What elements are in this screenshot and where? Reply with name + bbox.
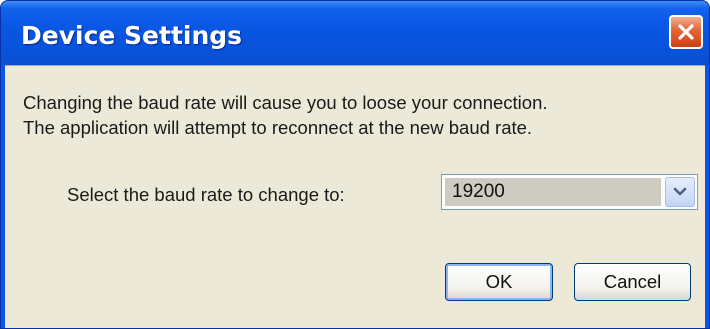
- baud-rate-label: Select the baud rate to change to:: [67, 184, 345, 205]
- dialog-body: Changing the baud rate will cause you to…: [5, 65, 705, 328]
- window-title: Device Settings: [21, 21, 243, 50]
- title-bar[interactable]: Device Settings: [1, 1, 709, 65]
- warning-message: Changing the baud rate will cause you to…: [23, 90, 548, 140]
- cancel-button[interactable]: Cancel: [574, 263, 691, 301]
- warning-message-line-1: Changing the baud rate will cause you to…: [23, 92, 548, 113]
- baud-rate-selected-value[interactable]: 19200: [445, 178, 661, 206]
- close-button[interactable]: [669, 15, 703, 49]
- baud-rate-select[interactable]: 19200: [441, 174, 698, 210]
- dropdown-button[interactable]: [665, 177, 695, 207]
- close-icon: [678, 24, 694, 40]
- chevron-down-icon: [673, 187, 687, 196]
- ok-button[interactable]: OK: [445, 263, 553, 301]
- device-settings-dialog: Device Settings Changing the baud rate w…: [0, 0, 710, 329]
- warning-message-line-2: The application will attempt to reconnec…: [23, 117, 533, 138]
